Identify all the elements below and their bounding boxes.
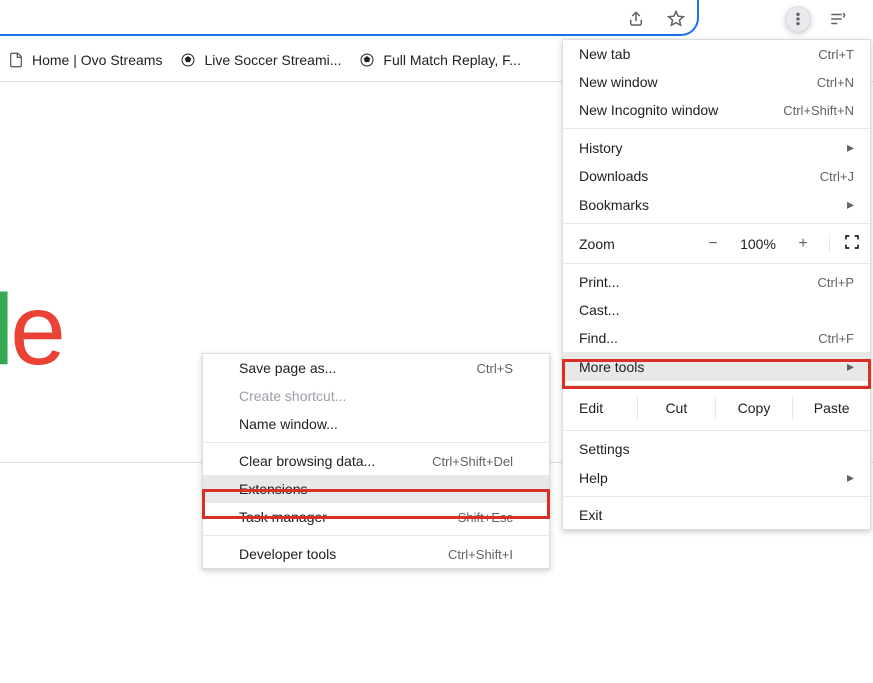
menu-label: Cast... [579, 302, 619, 318]
sub-name-window[interactable]: Name window... [203, 410, 549, 438]
menu-downloads[interactable]: Downloads Ctrl+J [563, 162, 870, 190]
edit-cut-button[interactable]: Cut [637, 396, 715, 420]
bookmark-label: Full Match Replay, F... [383, 52, 520, 68]
menu-shortcut: Ctrl+N [817, 75, 854, 90]
zoom-value: 100% [735, 236, 781, 252]
edit-paste-button[interactable]: Paste [792, 396, 870, 420]
menu-shortcut: Ctrl+T [818, 47, 854, 62]
menu-new-tab[interactable]: New tab Ctrl+T [563, 40, 870, 68]
menu-shortcut: Ctrl+P [818, 275, 854, 290]
kebab-menu-icon[interactable] [785, 6, 811, 32]
share-icon[interactable] [623, 6, 649, 32]
soccer-favicon-icon [359, 52, 375, 68]
menu-shortcut: Ctrl+F [818, 331, 854, 346]
submenu-arrow-icon: ▸ [847, 358, 854, 375]
menu-edit-row: Edit Cut Copy Paste [563, 390, 870, 426]
menu-shortcut: Ctrl+Shift+Del [432, 454, 513, 469]
bookmark-label: Live Soccer Streami... [204, 52, 341, 68]
menu-label: History [579, 140, 623, 156]
menu-label: New tab [579, 46, 630, 62]
sub-create-shortcut[interactable]: Create shortcut... [203, 382, 549, 410]
menu-label: Extensions [239, 481, 307, 497]
reading-list-icon[interactable] [825, 6, 851, 32]
menu-new-incognito[interactable]: New Incognito window Ctrl+Shift+N [563, 96, 870, 124]
menu-bookmarks[interactable]: Bookmarks ▸ [563, 190, 870, 219]
menu-label: Settings [579, 441, 630, 457]
menu-shortcut: Shift+Esc [458, 510, 513, 525]
menu-label: Help [579, 470, 608, 486]
omnibox[interactable] [0, 0, 699, 36]
menu-exit[interactable]: Exit [563, 501, 870, 529]
menu-label: Developer tools [239, 546, 336, 562]
zoom-in-button[interactable]: + [789, 235, 817, 253]
menu-shortcut: Ctrl+S [477, 361, 513, 376]
sub-dev-tools[interactable]: Developer tools Ctrl+Shift+I [203, 540, 549, 568]
submenu-arrow-icon: ▸ [847, 196, 854, 213]
bookmark-item[interactable]: Home | Ovo Streams [8, 52, 162, 68]
zoom-out-button[interactable]: − [699, 235, 727, 253]
menu-label: Downloads [579, 168, 648, 184]
edit-copy-button[interactable]: Copy [715, 396, 793, 420]
menu-help[interactable]: Help ▸ [563, 463, 870, 492]
page-favicon-icon [8, 52, 24, 68]
chrome-main-menu: New tab Ctrl+T New window Ctrl+N New Inc… [562, 39, 871, 530]
sub-save-page[interactable]: Save page as... Ctrl+S [203, 354, 549, 382]
sub-extensions[interactable]: Extensions [203, 475, 549, 503]
star-icon[interactable] [663, 6, 689, 32]
menu-label: Clear browsing data... [239, 453, 375, 469]
bookmark-item[interactable]: Full Match Replay, F... [359, 52, 520, 68]
menu-label: Task manager [239, 509, 327, 525]
submenu-arrow-icon: ▸ [847, 139, 854, 156]
menu-find[interactable]: Find... Ctrl+F [563, 324, 870, 352]
menu-cast[interactable]: Cast... [563, 296, 870, 324]
menu-label: More tools [579, 359, 644, 375]
menu-label: Name window... [239, 416, 338, 432]
menu-label: Bookmarks [579, 197, 649, 213]
menu-zoom-row: Zoom − 100% + [563, 228, 870, 259]
menu-shortcut: Ctrl+Shift+N [783, 103, 854, 118]
menu-label: Print... [579, 274, 619, 290]
soccer-favicon-icon [180, 52, 196, 68]
toolbar-icons [785, 6, 851, 32]
menu-label: Exit [579, 507, 602, 523]
sub-clear-data[interactable]: Clear browsing data... Ctrl+Shift+Del [203, 447, 549, 475]
google-logo-fragment: le [0, 280, 62, 380]
bookmark-label: Home | Ovo Streams [32, 52, 162, 68]
menu-label: New Incognito window [579, 102, 718, 118]
menu-new-window[interactable]: New window Ctrl+N [563, 68, 870, 96]
more-tools-submenu: Save page as... Ctrl+S Create shortcut..… [202, 353, 550, 569]
menu-print[interactable]: Print... Ctrl+P [563, 268, 870, 296]
menu-label: New window [579, 74, 658, 90]
fullscreen-icon[interactable] [829, 234, 860, 253]
menu-more-tools[interactable]: More tools ▸ [563, 352, 870, 381]
menu-shortcut: Ctrl+Shift+I [448, 547, 513, 562]
sub-task-manager[interactable]: Task manager Shift+Esc [203, 503, 549, 531]
bookmark-item[interactable]: Live Soccer Streami... [180, 52, 341, 68]
menu-shortcut: Ctrl+J [820, 169, 854, 184]
menu-label: Find... [579, 330, 618, 346]
menu-label: Create shortcut... [239, 388, 346, 404]
menu-history[interactable]: History ▸ [563, 133, 870, 162]
submenu-arrow-icon: ▸ [847, 469, 854, 486]
address-bar-area [0, 0, 873, 38]
menu-label: Save page as... [239, 360, 336, 376]
menu-settings[interactable]: Settings [563, 435, 870, 463]
menu-label: Edit [579, 400, 637, 416]
menu-label: Zoom [579, 236, 691, 252]
omnibox-right-icons [623, 6, 689, 32]
